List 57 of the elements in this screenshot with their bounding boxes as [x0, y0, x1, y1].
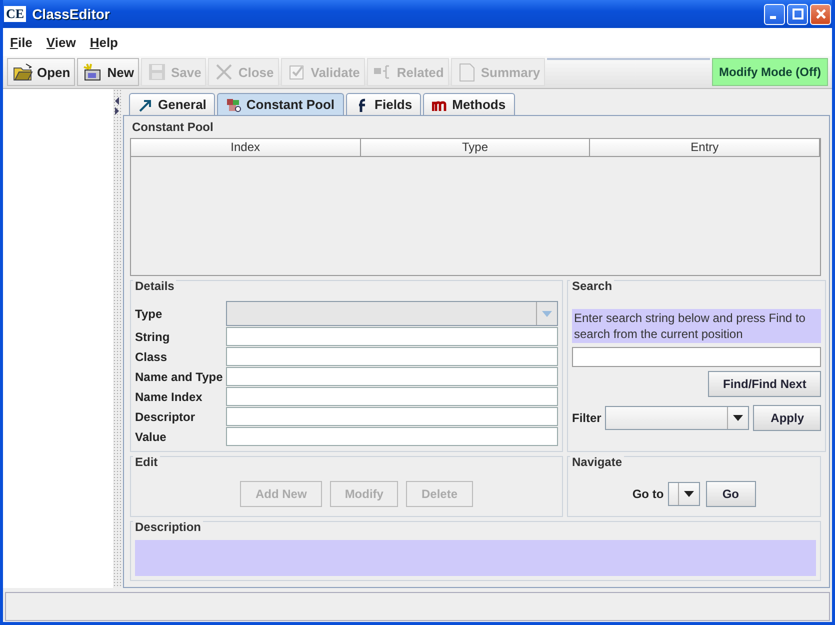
maximize-icon	[792, 8, 804, 20]
tab[interactable]: General	[129, 93, 216, 115]
field-label: Descriptor	[135, 410, 196, 424]
field-label: Value	[135, 430, 168, 444]
group-title: Description	[133, 520, 204, 534]
apply-button[interactable]: Apply	[753, 405, 822, 431]
column-header[interactable]: Index	[131, 139, 361, 156]
splitter-handle[interactable]	[113, 89, 121, 588]
tab[interactable]: Constant Pool	[217, 93, 344, 115]
field-label: Type	[135, 306, 164, 320]
input-field[interactable]	[226, 367, 558, 386]
minimize-icon	[770, 16, 776, 18]
group-title: Constant Pool	[130, 120, 216, 134]
arrow-icon	[138, 98, 154, 112]
input-field[interactable]	[226, 427, 558, 446]
field-label: Name and Type	[135, 370, 224, 384]
input-field[interactable]	[226, 347, 558, 366]
caret-icon	[733, 415, 744, 421]
cubes-icon	[226, 98, 242, 112]
goto-dropdown[interactable]	[668, 482, 700, 506]
toolbar-button[interactable]: Open	[7, 58, 76, 86]
filter-label: Filter	[572, 411, 602, 425]
minimize-button[interactable]	[764, 4, 785, 24]
tab[interactable]: Fields	[346, 93, 422, 115]
app-logo: CE	[4, 6, 26, 22]
go-button[interactable]: Go	[706, 480, 756, 506]
filter-dropdown[interactable]	[605, 406, 750, 430]
search-hint: Enter search string below and press Find to search from the current position	[572, 309, 822, 343]
close-button[interactable]	[810, 4, 831, 24]
menu-item[interactable]: View	[46, 34, 76, 50]
input-field[interactable]	[226, 407, 558, 426]
folder-icon	[12, 62, 34, 82]
expand-arrows-icon	[114, 95, 120, 117]
caret-icon	[684, 490, 694, 496]
modify-mode-button[interactable]: Modify Mode (Off)	[712, 58, 828, 86]
field-label: Class	[135, 350, 168, 364]
maximize-button[interactable]	[787, 4, 808, 24]
goto-label: Go to	[632, 486, 664, 500]
column-header[interactable]: Entry	[590, 139, 820, 156]
group-title: Search	[570, 279, 614, 293]
find-button[interactable]: Find/Find Next	[708, 371, 822, 397]
column-header[interactable]: Type	[360, 139, 590, 156]
window-title: ClassEditor	[32, 6, 110, 22]
group-title: Navigate	[570, 455, 624, 469]
group-title: Details	[133, 279, 176, 293]
tab[interactable]: Methods	[423, 93, 515, 115]
field-label: String	[135, 330, 171, 344]
input-field[interactable]	[226, 387, 558, 406]
menu-item[interactable]: File	[10, 34, 32, 50]
group-title: Edit	[133, 455, 160, 469]
caret-icon	[542, 310, 552, 316]
search-field[interactable]	[572, 347, 822, 367]
menu-item[interactable]: Help	[90, 34, 118, 50]
field-label: Name Index	[135, 390, 204, 404]
input-field[interactable]	[226, 327, 558, 346]
close-icon	[814, 8, 826, 20]
toolbar-button[interactable]: New	[77, 58, 139, 86]
